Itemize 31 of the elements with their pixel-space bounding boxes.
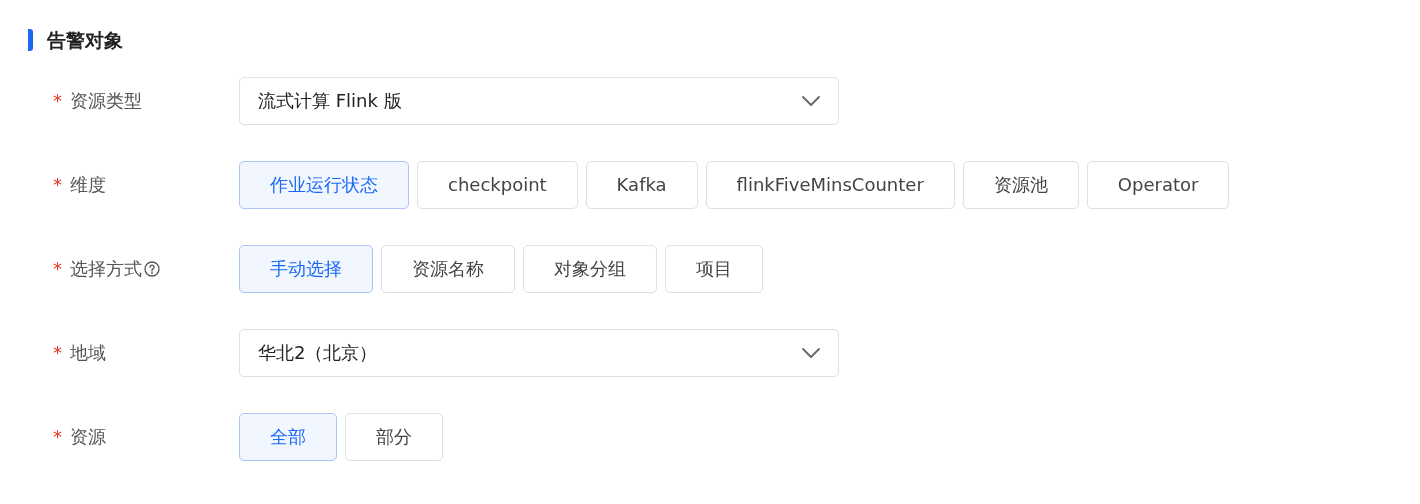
option-button[interactable]: 对象分组 [523,244,657,293]
option-button[interactable]: 作业运行状态 [239,160,409,209]
field-label: 资源类型 [70,89,142,113]
select-value: 流式计算 Flink 版 [258,89,402,113]
field-label: 资源 [70,425,106,449]
section-title: 告警对象 [47,28,123,53]
option-button[interactable]: flinkFiveMinsCounter [705,160,955,209]
field-label: 维度 [70,173,106,197]
option-button[interactable]: 部分 [345,412,443,461]
chevron-down-icon [802,347,820,358]
required-mark: * [53,89,62,113]
field-label: 选择方式 [70,257,142,281]
required-mark: * [53,173,62,197]
dropdown-select[interactable]: 流式计算 Flink 版 [239,76,839,125]
option-button[interactable]: checkpoint [417,160,578,209]
select-value: 华北2（北京） [258,341,378,365]
option-button[interactable]: 全部 [239,412,337,461]
option-button[interactable]: 资源名称 [381,244,515,293]
option-button[interactable]: Kafka [585,160,698,209]
option-button[interactable]: Operator [1086,160,1230,209]
dropdown-select[interactable]: 华北2（北京） [239,328,839,377]
option-button[interactable]: 资源池 [962,160,1079,209]
field-label: 地域 [70,341,106,365]
option-button[interactable]: 项目 [665,244,763,293]
section-marker [28,29,33,52]
required-mark: * [53,257,62,281]
help-icon[interactable] [144,260,160,277]
required-mark: * [53,425,62,449]
required-mark: * [53,341,62,365]
option-button[interactable]: 手动选择 [239,244,373,293]
chevron-down-icon [802,95,820,106]
